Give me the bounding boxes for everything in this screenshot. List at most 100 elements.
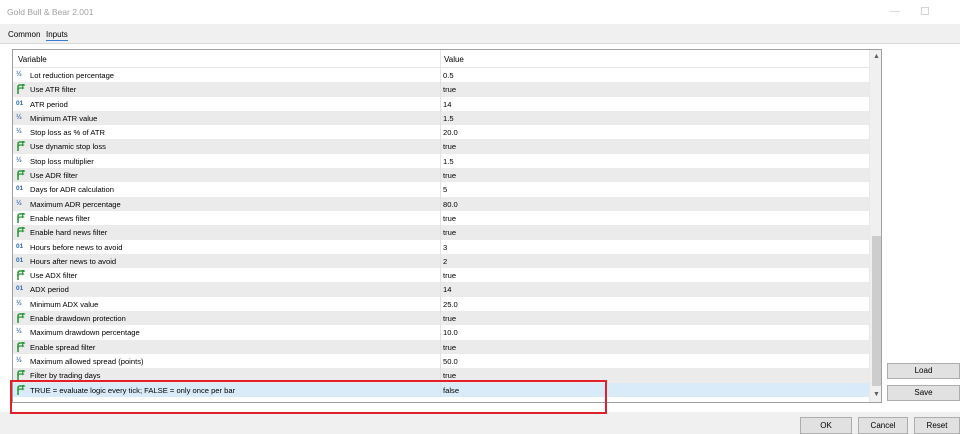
cell-separator [440,239,441,254]
table-row[interactable]: Use dynamic stop loss true [13,139,869,154]
double-type-icon: ½ [16,199,22,207]
bool-type-icon [16,227,27,238]
variable-name: Use ADR filter [30,171,78,181]
column-header-value[interactable]: Value [444,55,464,64]
table-row[interactable]: Use ADX filter true [13,268,869,283]
table-row[interactable]: Use ADR filter true [13,168,869,183]
variable-value[interactable]: 1.5 [443,157,454,166]
table-row[interactable]: ½ Stop loss as % of ATR 20.0 [13,125,869,140]
table-row[interactable]: TRUE = evaluate logic every tick; FALSE … [13,382,869,397]
variable-value[interactable]: 2 [443,257,447,266]
variable-value[interactable]: true [443,214,456,223]
double-type-icon: ½ [16,113,22,121]
reset-button[interactable]: Reset [914,417,960,434]
variable-name: Stop loss as % of ATR [30,128,105,138]
bool-type-icon [16,341,27,352]
vertical-scrollbar[interactable]: ▲ ▼ [869,50,881,402]
variable-value[interactable]: 0.5 [443,71,454,80]
table-row[interactable]: ½ Maximum allowed spread (points) 50.0 [13,353,869,369]
table-row[interactable]: Use ATR filter true [13,82,869,97]
bool-type-icon [16,370,27,381]
variable-name: Use ADX filter [30,271,78,281]
variable-value[interactable]: 50.0 [443,357,458,366]
table-row[interactable]: Enable spread filter true [13,339,869,354]
variable-value[interactable]: false [443,386,459,395]
variable-name: Hours before news to avoid [30,242,123,252]
variable-name: Enable hard news filter [30,228,108,238]
table-row[interactable]: 01 Days for ADR calculation 5 [13,182,869,197]
variable-value[interactable]: 80.0 [443,200,458,209]
cell-separator [440,125,441,140]
table-row[interactable]: ½ Minimum ADX value 25.0 [13,296,869,312]
cell-separator [440,368,441,383]
bool-type-icon [16,384,27,395]
variable-value[interactable]: true [443,85,456,94]
variable-name: Enable news filter [30,213,90,223]
variable-value[interactable]: 14 [443,100,451,109]
table-row[interactable]: 01 ADX period 14 [13,282,869,297]
variable-value[interactable]: 3 [443,243,447,252]
table-row[interactable]: ½ Lot reduction percentage 0.5 [13,68,869,83]
table-row[interactable]: ½ Maximum drawdown percentage 10.0 [13,325,869,340]
table-row[interactable]: 01 ATR period 14 [13,96,869,111]
bool-type-icon [16,313,27,324]
cell-separator [440,68,441,83]
variable-name: Enable drawdown protection [30,314,126,324]
table-row[interactable]: ½ Stop loss multiplier 1.5 [13,153,869,169]
bool-type-icon [16,270,27,281]
grid-rows: ½ Lot reduction percentage 0.5 Use ATR filt… [13,68,869,397]
table-row[interactable]: ½ Maximum ADR percentage 80.0 [13,196,869,211]
variable-value[interactable]: 25.0 [443,300,458,309]
variable-value[interactable]: 20.0 [443,128,458,137]
ok-button[interactable]: OK [800,417,852,434]
minimize-icon[interactable]: — [888,5,902,19]
cell-separator [440,139,441,154]
variable-value[interactable]: 14 [443,285,451,294]
int-type-icon: 01 [16,256,24,264]
column-header-variable[interactable]: Variable [18,55,47,64]
variable-name: Hours after news to avoid [30,256,117,266]
cell-separator [440,182,441,197]
variable-value[interactable]: 1.5 [443,114,454,123]
table-row[interactable]: 01 Hours before news to avoid 3 [13,239,869,254]
variable-value[interactable]: true [443,314,456,323]
variable-value[interactable]: true [443,142,456,151]
save-button[interactable]: Save [887,385,960,401]
table-row[interactable]: Enable hard news filter true [13,225,869,240]
variable-name: Filter by trading days [30,371,101,381]
cell-separator [440,339,441,354]
cell-separator [440,268,441,283]
scroll-up-icon[interactable]: ▲ [870,51,881,63]
variable-value[interactable]: 10.0 [443,328,458,337]
table-row[interactable]: ½ Minimum ATR value 1.5 [13,110,869,126]
table-row[interactable]: Filter by trading days true [13,368,869,383]
maximize-icon[interactable] [918,5,932,19]
variable-name: Lot reduction percentage [30,71,115,80]
scroll-thumb[interactable] [872,236,881,386]
grid-header: Variable Value [13,50,869,68]
double-type-icon: ½ [16,356,22,364]
table-row[interactable]: 01 Hours after news to avoid 2 [13,253,869,269]
tab-inputs[interactable]: Inputs [46,30,68,41]
load-button[interactable]: Load [887,363,960,379]
variable-value[interactable]: 5 [443,185,447,194]
variable-name: Maximum drawdown percentage [30,328,140,338]
bool-type-icon [16,212,27,223]
tab-common[interactable]: Common [8,30,40,39]
scroll-down-icon[interactable]: ▼ [870,389,881,401]
cancel-button[interactable]: Cancel [858,417,908,434]
variable-value[interactable]: true [443,171,456,180]
tab-strip: Common Inputs [0,24,960,44]
int-type-icon: 01 [16,185,24,193]
cell-separator [440,210,441,226]
variable-value[interactable]: true [443,343,456,352]
variable-value[interactable]: true [443,271,456,280]
variable-value[interactable]: true [443,371,456,380]
cell-separator [440,296,441,312]
window-title: Gold Bull & Bear 2.001 [7,7,94,17]
column-divider[interactable] [440,50,441,68]
table-row[interactable]: Enable news filter true [13,210,869,226]
variable-name: ATR period [30,99,68,109]
variable-value[interactable]: true [443,228,456,237]
table-row[interactable]: Enable drawdown protection true [13,311,869,326]
